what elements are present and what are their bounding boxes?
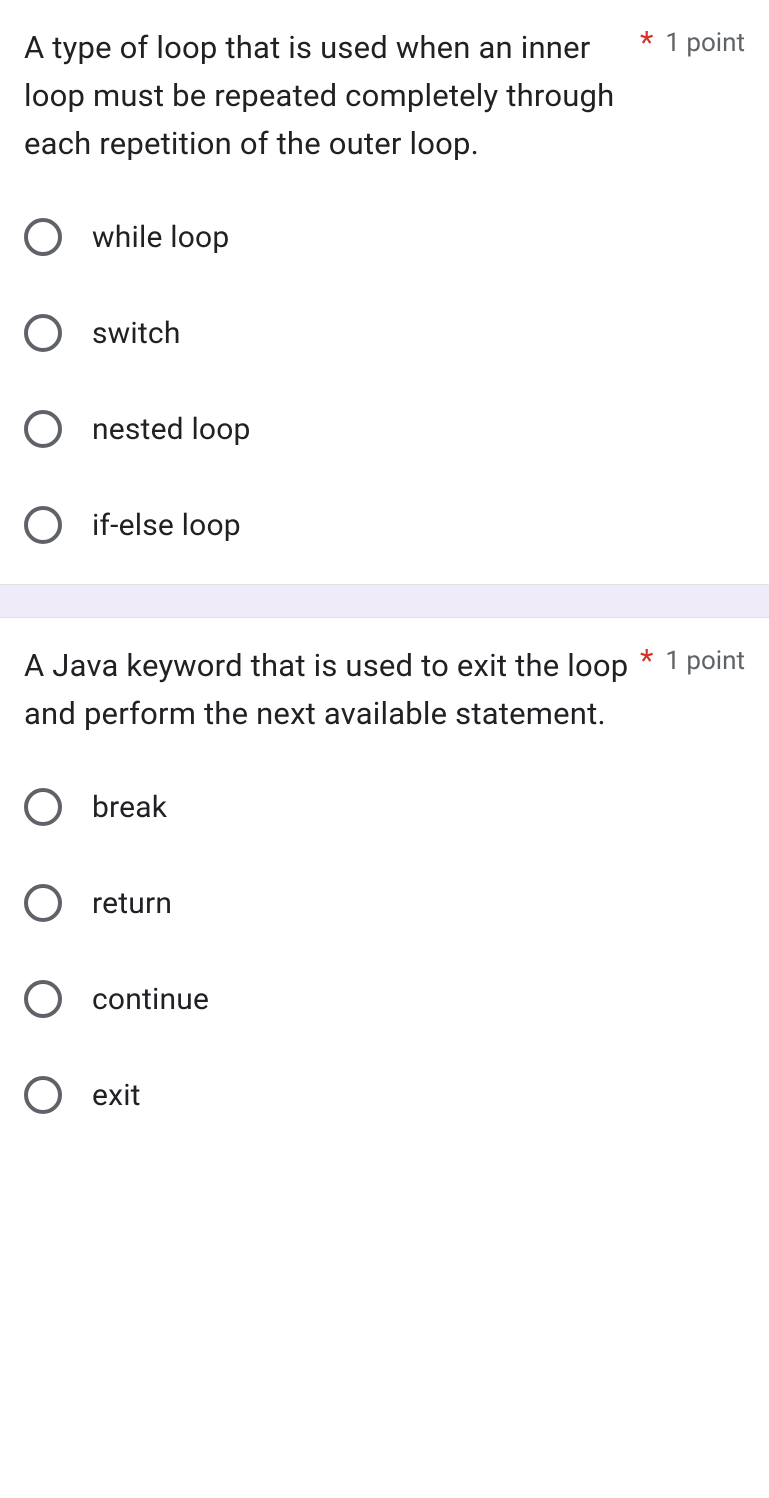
required-indicator: *: [640, 642, 653, 679]
options-list: break return continue exit: [24, 788, 745, 1114]
required-indicator: *: [640, 24, 653, 61]
card-divider: [0, 584, 769, 618]
option-nested-loop[interactable]: nested loop: [24, 410, 745, 448]
option-label: while loop: [92, 220, 229, 255]
option-while-loop[interactable]: while loop: [24, 218, 745, 256]
option-label: continue: [92, 982, 209, 1017]
option-exit[interactable]: exit: [24, 1076, 745, 1114]
radio-icon: [24, 788, 62, 826]
option-label: return: [92, 886, 172, 921]
question-card-2: A Java keyword that is used to exit the …: [0, 618, 769, 1154]
radio-icon: [24, 884, 62, 922]
question-header: A type of loop that is used when an inne…: [24, 24, 745, 168]
options-list: while loop switch nested loop if-else lo…: [24, 218, 745, 544]
question-header: A Java keyword that is used to exit the …: [24, 642, 745, 738]
question-text: A type of loop that is used when an inne…: [24, 24, 630, 168]
points-label: 1 point: [665, 24, 745, 58]
question-text: A Java keyword that is used to exit the …: [24, 642, 630, 738]
option-label: exit: [92, 1078, 141, 1113]
radio-icon: [24, 980, 62, 1018]
option-break[interactable]: break: [24, 788, 745, 826]
question-card-1: A type of loop that is used when an inne…: [0, 0, 769, 584]
option-label: nested loop: [92, 412, 251, 447]
radio-icon: [24, 314, 62, 352]
option-if-else-loop[interactable]: if-else loop: [24, 506, 745, 544]
option-label: break: [92, 790, 167, 825]
option-switch[interactable]: switch: [24, 314, 745, 352]
option-label: if-else loop: [92, 508, 241, 543]
radio-icon: [24, 218, 62, 256]
radio-icon: [24, 506, 62, 544]
option-label: switch: [92, 316, 181, 351]
points-label: 1 point: [665, 642, 745, 676]
radio-icon: [24, 410, 62, 448]
option-continue[interactable]: continue: [24, 980, 745, 1018]
radio-icon: [24, 1076, 62, 1114]
option-return[interactable]: return: [24, 884, 745, 922]
